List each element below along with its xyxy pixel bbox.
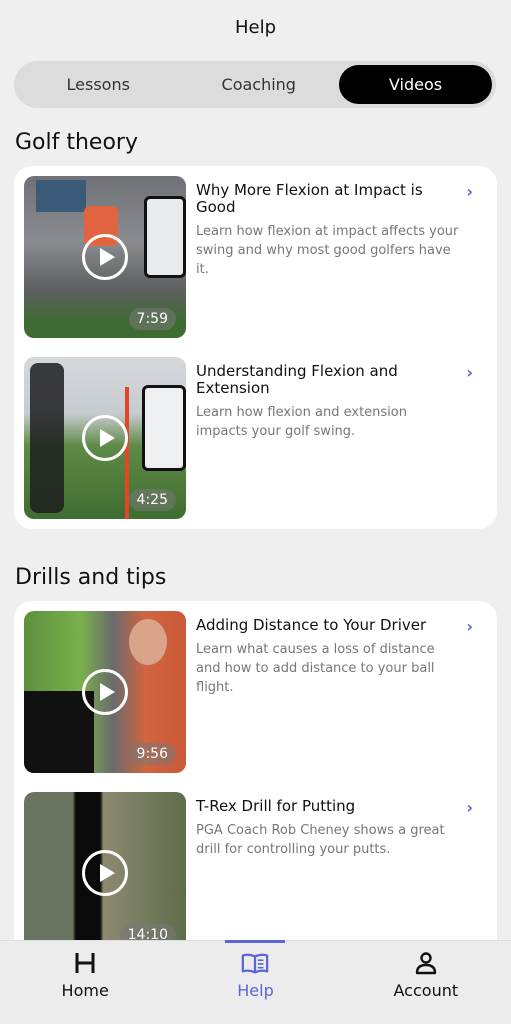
video-description: PGA Coach Rob Cheney shows a great drill… bbox=[196, 823, 445, 857]
tabbar-item-home[interactable]: Home bbox=[0, 941, 170, 1024]
section-title-golf-theory: Golf theory bbox=[15, 130, 138, 155]
video-item[interactable]: 9:56 Adding Distance to Your Driver Lear… bbox=[24, 611, 487, 792]
video-title[interactable]: Adding Distance to Your Driver bbox=[196, 617, 461, 634]
thumbnail-tablet bbox=[144, 196, 186, 278]
book-icon bbox=[241, 949, 269, 977]
video-thumbnail[interactable]: 9:56 bbox=[24, 611, 186, 773]
page-title: Help bbox=[234, 17, 277, 38]
person-icon bbox=[412, 949, 440, 977]
thumbnail-person bbox=[129, 619, 167, 665]
chevron-right-icon[interactable]: › bbox=[466, 617, 473, 636]
video-thumbnail[interactable]: 7:59 bbox=[24, 176, 186, 338]
video-list-golf-theory: 7:59 Why More Flexion at Impact is Good … bbox=[14, 166, 497, 529]
chevron-right-icon[interactable]: › bbox=[466, 363, 473, 382]
thumbnail-person bbox=[30, 363, 64, 513]
video-title[interactable]: Why More Flexion at Impact is Good bbox=[196, 182, 461, 216]
home-logo-icon bbox=[71, 949, 99, 977]
tab-videos[interactable]: Videos bbox=[339, 65, 492, 104]
tabbar-item-account[interactable]: Account bbox=[341, 941, 511, 1024]
video-title[interactable]: T-Rex Drill for Putting bbox=[196, 798, 461, 815]
tab-label: Help bbox=[237, 981, 274, 1000]
video-duration: 4:25 bbox=[128, 489, 176, 511]
chevron-right-icon[interactable]: › bbox=[466, 798, 473, 817]
thumbnail-banner bbox=[24, 691, 94, 773]
video-description: Learn how flexion and extension impacts … bbox=[196, 405, 407, 439]
play-icon[interactable] bbox=[82, 415, 128, 461]
tabbar-item-help[interactable]: Help bbox=[170, 940, 340, 1024]
video-description: Learn how flexion at impact affects your… bbox=[196, 224, 459, 277]
thumbnail-tablet bbox=[142, 385, 186, 471]
play-icon[interactable] bbox=[82, 850, 128, 896]
bottom-tab-bar: Home Help Account bbox=[0, 940, 511, 1024]
thumbnail-screen bbox=[36, 180, 86, 212]
video-title[interactable]: Understanding Flexion and Extension bbox=[196, 363, 461, 397]
video-list-drills-and-tips: 9:56 Adding Distance to Your Driver Lear… bbox=[14, 601, 497, 961]
video-thumbnail[interactable]: 4:25 bbox=[24, 357, 186, 519]
play-icon[interactable] bbox=[82, 234, 128, 280]
tab-lessons[interactable]: Lessons bbox=[18, 65, 179, 104]
tab-label: Account bbox=[393, 981, 459, 1000]
section-title-drills-and-tips: Drills and tips bbox=[15, 565, 167, 590]
chevron-right-icon[interactable]: › bbox=[466, 182, 473, 201]
active-tab-indicator bbox=[225, 940, 286, 943]
play-icon[interactable] bbox=[82, 669, 128, 715]
video-item[interactable]: 7:59 Why More Flexion at Impact is Good … bbox=[24, 176, 487, 357]
video-description: Learn what causes a loss of distance and… bbox=[196, 642, 435, 695]
video-thumbnail[interactable]: 14:10 bbox=[24, 792, 186, 954]
video-duration: 9:56 bbox=[128, 743, 176, 765]
tab-coaching[interactable]: Coaching bbox=[179, 65, 340, 104]
video-duration: 7:59 bbox=[128, 308, 176, 330]
segmented-control: Lessons Coaching Videos bbox=[14, 61, 496, 108]
tab-label: Home bbox=[61, 981, 109, 1000]
video-item[interactable]: 4:25 Understanding Flexion and Extension… bbox=[24, 357, 487, 538]
